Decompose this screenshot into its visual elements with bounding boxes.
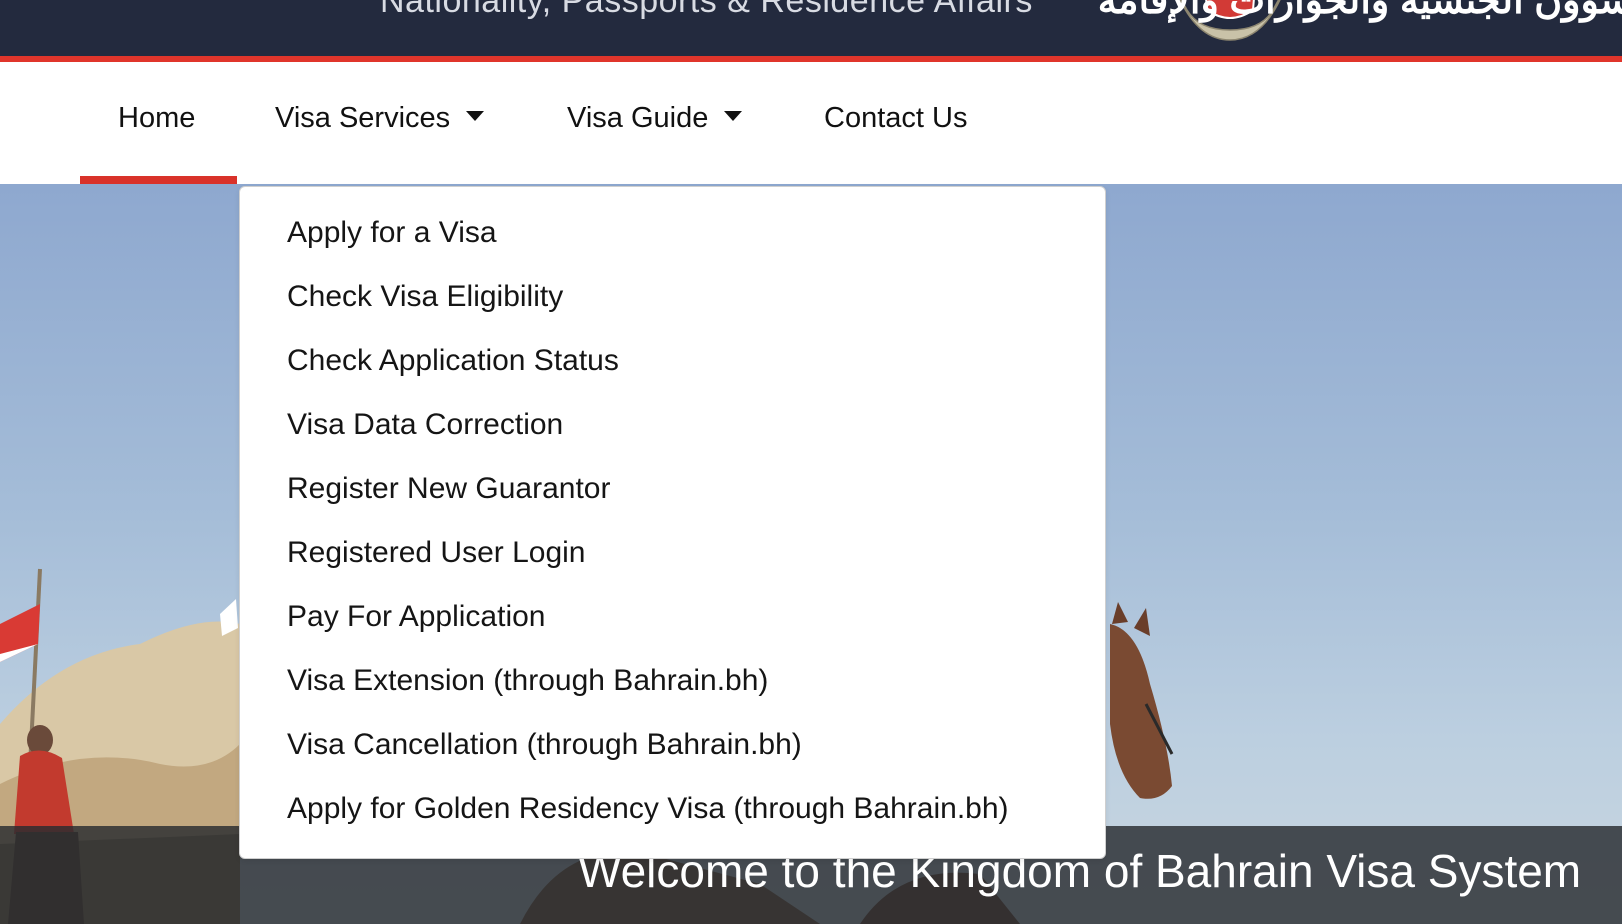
- caret-down-icon: [724, 111, 743, 121]
- dropdown-item-register-guarantor[interactable]: Register New Guarantor: [240, 469, 1105, 533]
- nav-visa-guide-label: Visa Guide: [567, 102, 709, 134]
- dropdown-item-check-status[interactable]: Check Application Status: [240, 341, 1105, 405]
- page: Nationality, Passports & Residence Affai…: [0, 0, 1622, 924]
- nav-visa-services-label: Visa Services: [275, 102, 451, 134]
- dropdown-item-pay-application[interactable]: Pay For Application: [240, 597, 1105, 661]
- dropdown-item-data-correction[interactable]: Visa Data Correction: [240, 405, 1105, 469]
- top-header: Nationality, Passports & Residence Affai…: [0, 0, 1622, 56]
- header-title-en: Nationality, Passports & Residence Affai…: [380, 0, 1033, 20]
- active-nav-indicator: [80, 176, 237, 184]
- dropdown-list: Apply for a Visa Check Visa Eligibility …: [240, 187, 1105, 853]
- header-title-ar: شؤون الجنسية والجوازات والإقامة: [1097, 0, 1622, 22]
- nav-visa-services-toggle[interactable]: Visa Services: [275, 102, 485, 135]
- dropdown-item-user-login[interactable]: Registered User Login: [240, 533, 1105, 597]
- caret-down-icon: [466, 111, 485, 121]
- dropdown-item-golden-residency[interactable]: Apply for Golden Residency Visa (through…: [240, 789, 1105, 853]
- nav-visa-guide-toggle[interactable]: Visa Guide: [567, 102, 743, 135]
- nav-home-link[interactable]: Home: [118, 102, 195, 135]
- nav-contact-link[interactable]: Contact Us: [824, 102, 967, 135]
- dropdown-item-check-eligibility[interactable]: Check Visa Eligibility: [240, 277, 1105, 341]
- dropdown-item-apply-visa[interactable]: Apply for a Visa: [240, 213, 1105, 277]
- dropdown-item-visa-cancellation[interactable]: Visa Cancellation (through Bahrain.bh): [240, 725, 1105, 789]
- main-navbar: Home Visa Services Visa Guide Contact Us: [0, 62, 1622, 185]
- dropdown-item-visa-extension[interactable]: Visa Extension (through Bahrain.bh): [240, 661, 1105, 725]
- visa-services-dropdown: Apply for a Visa Check Visa Eligibility …: [239, 186, 1106, 859]
